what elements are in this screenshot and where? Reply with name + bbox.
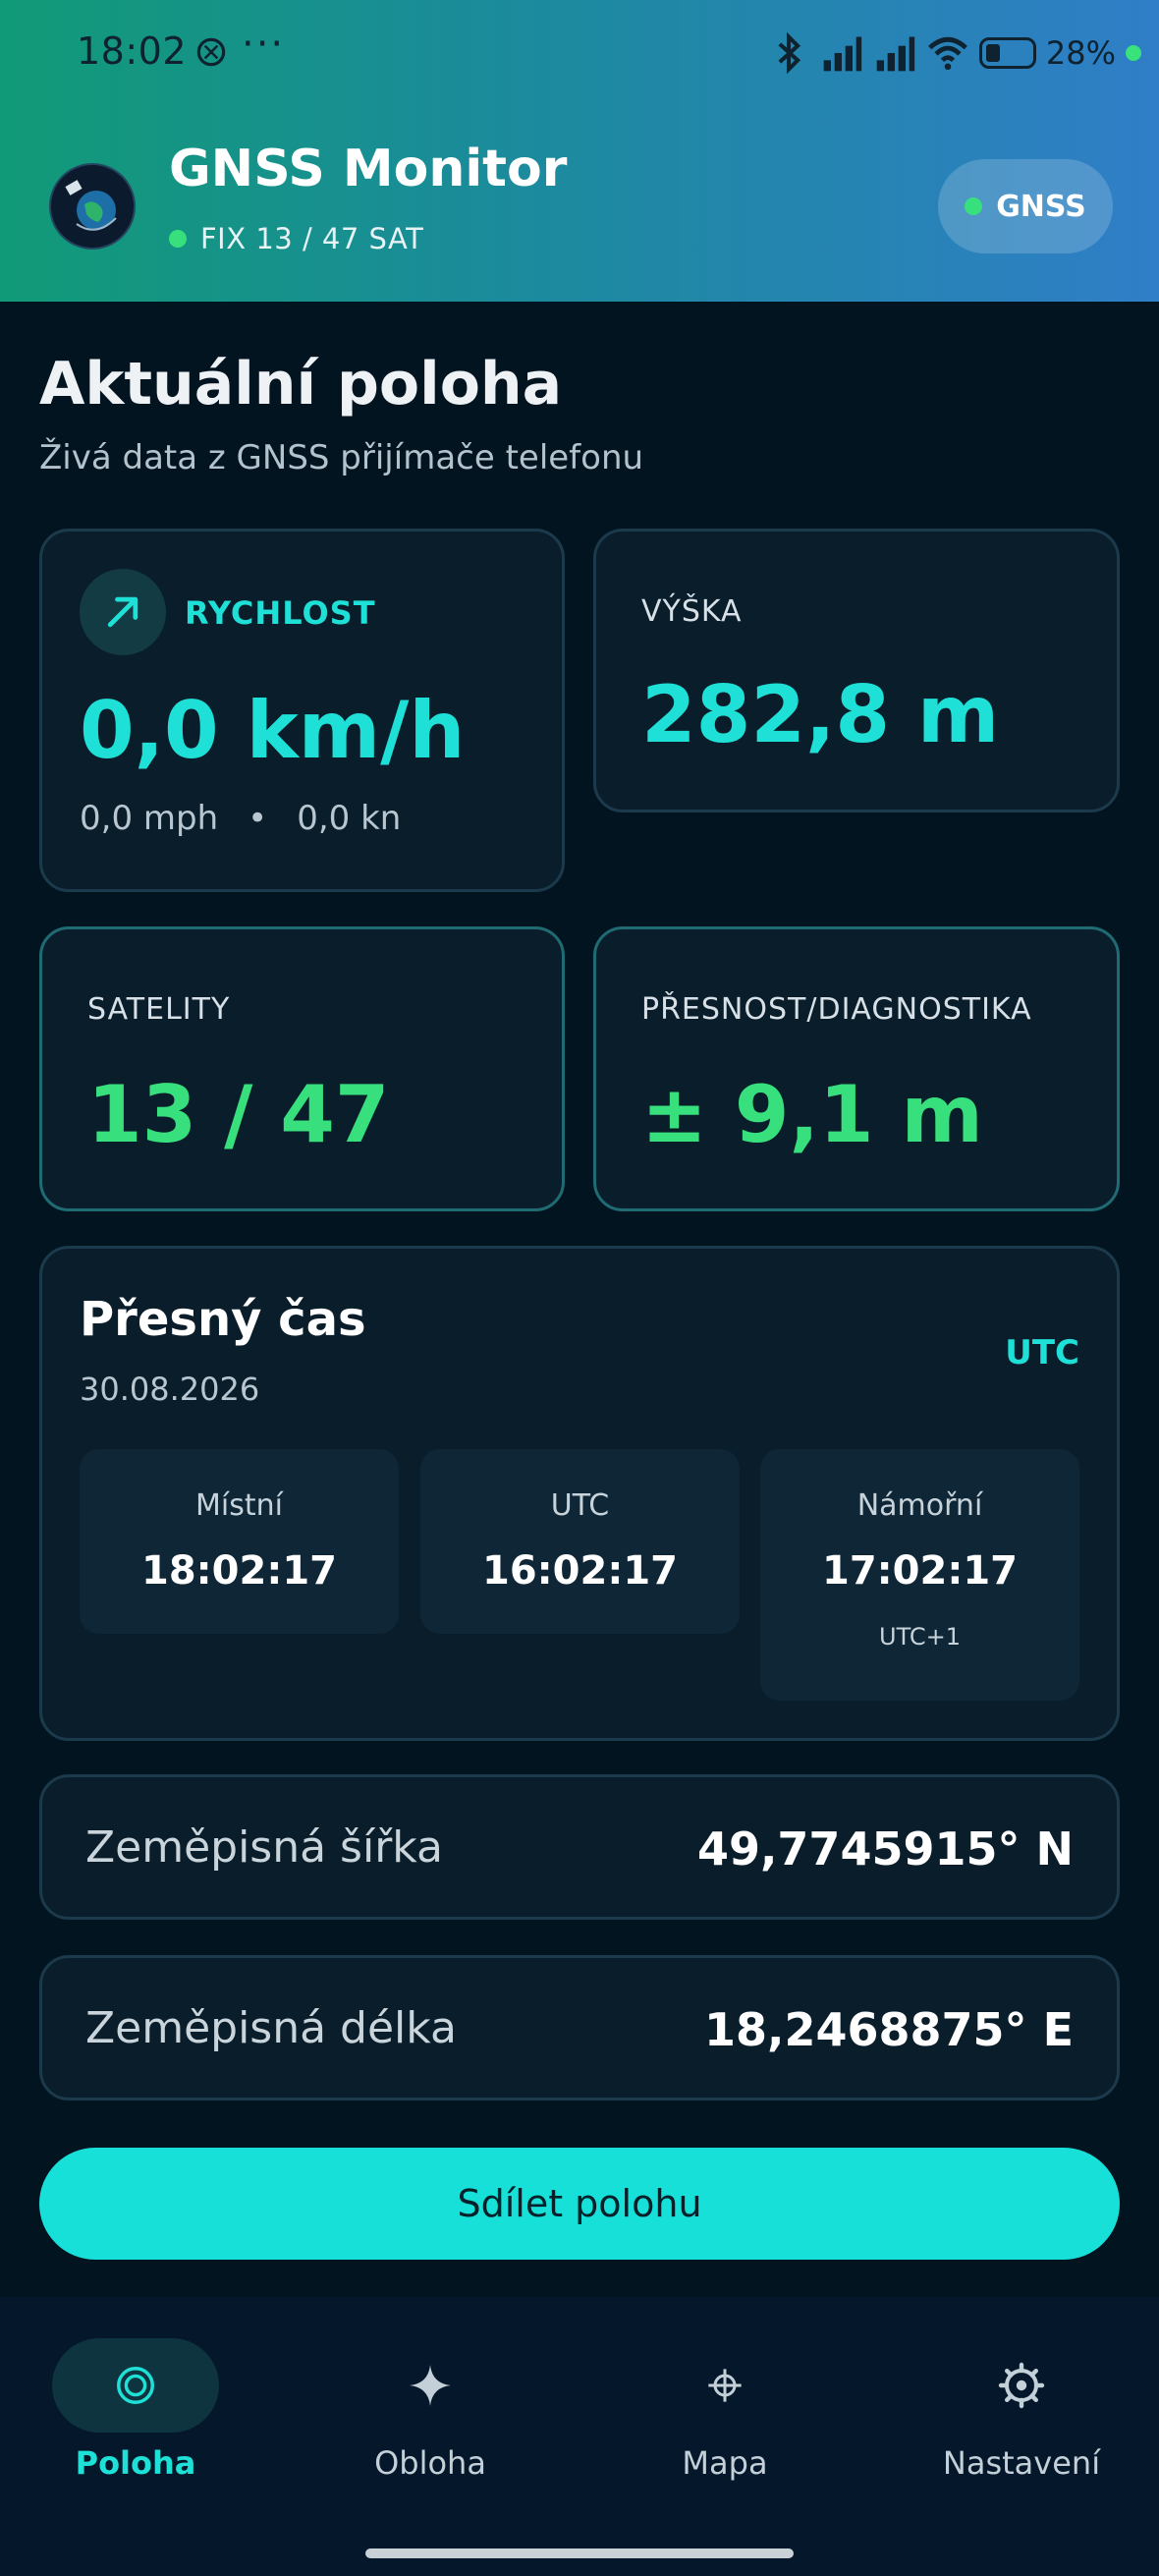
nautical-time-offset: UTC+1 [879, 1623, 961, 1651]
accuracy-value: ± 9,1 m [641, 1069, 983, 1160]
page-title: Aktuální poloha [39, 350, 563, 419]
chatgpt-icon [196, 37, 226, 67]
crosshair-icon [641, 2338, 808, 2433]
latitude-row: Zeměpisná šířka 49,7745915° N [39, 1774, 1120, 1920]
speed-card: RYCHLOST 0,0 km/h 0,0 mph • 0,0 kn [39, 529, 565, 892]
speed-mph: 0,0 mph [80, 799, 219, 838]
speed-knots: 0,0 kn [297, 799, 402, 838]
status-time: 18:02 [77, 29, 188, 73]
arrow-up-right-icon [80, 569, 166, 655]
nav-label-obloha: Obloha [374, 2444, 486, 2482]
local-time-label: Místní [195, 1488, 283, 1523]
page-subtitle: Živá data z GNSS přijímače telefonu [39, 438, 644, 477]
time-card-date: 30.08.2026 [80, 1371, 260, 1408]
speed-separator: • [248, 799, 268, 838]
gnss-status-button[interactable]: GNSS [938, 159, 1113, 253]
altitude-label: VÝŠKA [641, 594, 743, 629]
target-icon [52, 2338, 219, 2433]
nav-label-poloha: Poloha [75, 2444, 196, 2482]
nav-item-nastaveni[interactable]: Nastavení [904, 2338, 1139, 2482]
speed-label: RYCHLOST [185, 594, 376, 632]
fix-status: FIX 13 / 47 SAT [169, 222, 423, 255]
latitude-label: Zeměpisná šířka [85, 1822, 443, 1873]
utc-time-value: 16:02:17 [482, 1548, 678, 1594]
app-logo-icon [49, 163, 136, 250]
home-indicator[interactable] [365, 2548, 794, 2558]
local-time-box: Místní 18:02:17 [80, 1449, 399, 1634]
nautical-time-value: 17:02:17 [822, 1548, 1018, 1594]
accuracy-label: PŘESNOST/DIAGNOSTIKA [641, 992, 1032, 1027]
altitude-card: VÝŠKA 282,8 m [593, 529, 1120, 812]
speed-secondary-units: 0,0 mph • 0,0 kn [80, 799, 401, 838]
nav-item-mapa[interactable]: Mapa [607, 2338, 843, 2482]
time-card-title: Přesný čas [80, 1292, 366, 1347]
status-bar: 18:02 ··· 28% [0, 0, 1159, 108]
fix-status-dot [169, 230, 187, 248]
satellites-card: SATELITY 13 / 47 [39, 926, 565, 1211]
utc-time-label: UTC [550, 1488, 610, 1523]
nautical-time-label: Námořní [856, 1488, 983, 1523]
nav-item-poloha[interactable]: Poloha [18, 2338, 253, 2482]
nav-label-nastaveni: Nastavení [942, 2444, 1101, 2482]
signal-icon [823, 36, 862, 72]
gnss-status-label: GNSS [996, 189, 1086, 224]
wifi-icon [927, 36, 967, 71]
utc-time-box: UTC 16:02:17 [420, 1449, 740, 1634]
nav-item-obloha[interactable]: Obloha [312, 2338, 548, 2482]
speed-value: 0,0 km/h [80, 685, 466, 776]
gnss-status-dot [965, 197, 983, 215]
gear-icon [938, 2338, 1105, 2433]
latitude-value: 49,7745915° N [696, 1822, 1074, 1876]
time-utc-badge[interactable]: UTC [1005, 1333, 1079, 1372]
app-header: 18:02 ··· 28% GNSS Monitor FIX 13 / 47 S… [0, 0, 1159, 302]
satellites-value: 13 / 47 [87, 1069, 390, 1160]
local-time-value: 18:02:17 [141, 1548, 337, 1594]
bluetooth-icon [778, 31, 800, 75]
nautical-time-box: Námořní 17:02:17 UTC+1 [760, 1449, 1079, 1701]
share-location-button[interactable]: Sdílet polohu [39, 2148, 1120, 2260]
satellites-label: SATELITY [87, 992, 231, 1027]
accuracy-card: PŘESNOST/DIAGNOSTIKA ± 9,1 m [593, 926, 1120, 1211]
fix-status-text: FIX 13 / 47 SAT [200, 222, 424, 255]
app-title: GNSS Monitor [169, 140, 568, 198]
longitude-row: Zeměpisná délka 18,2468875° E [39, 1955, 1120, 2100]
signal-icon-2 [876, 36, 915, 72]
status-icons: 28% [767, 29, 1141, 77]
longitude-value: 18,2468875° E [704, 2003, 1074, 2056]
more-notifications-icon: ··· [242, 22, 286, 67]
battery-percent: 28% [1045, 34, 1116, 72]
battery-icon [978, 37, 1036, 69]
privacy-indicator-dot [1126, 45, 1141, 61]
sparkle-icon [347, 2338, 514, 2433]
nav-label-mapa: Mapa [682, 2444, 768, 2482]
longitude-label: Zeměpisná délka [85, 2003, 457, 2053]
bottom-navigation: Poloha Obloha Mapa Nastavení [0, 2297, 1159, 2576]
precise-time-card: Přesný čas 30.08.2026 UTC Místní 18:02:1… [39, 1246, 1120, 1741]
altitude-value: 282,8 m [641, 669, 1000, 760]
